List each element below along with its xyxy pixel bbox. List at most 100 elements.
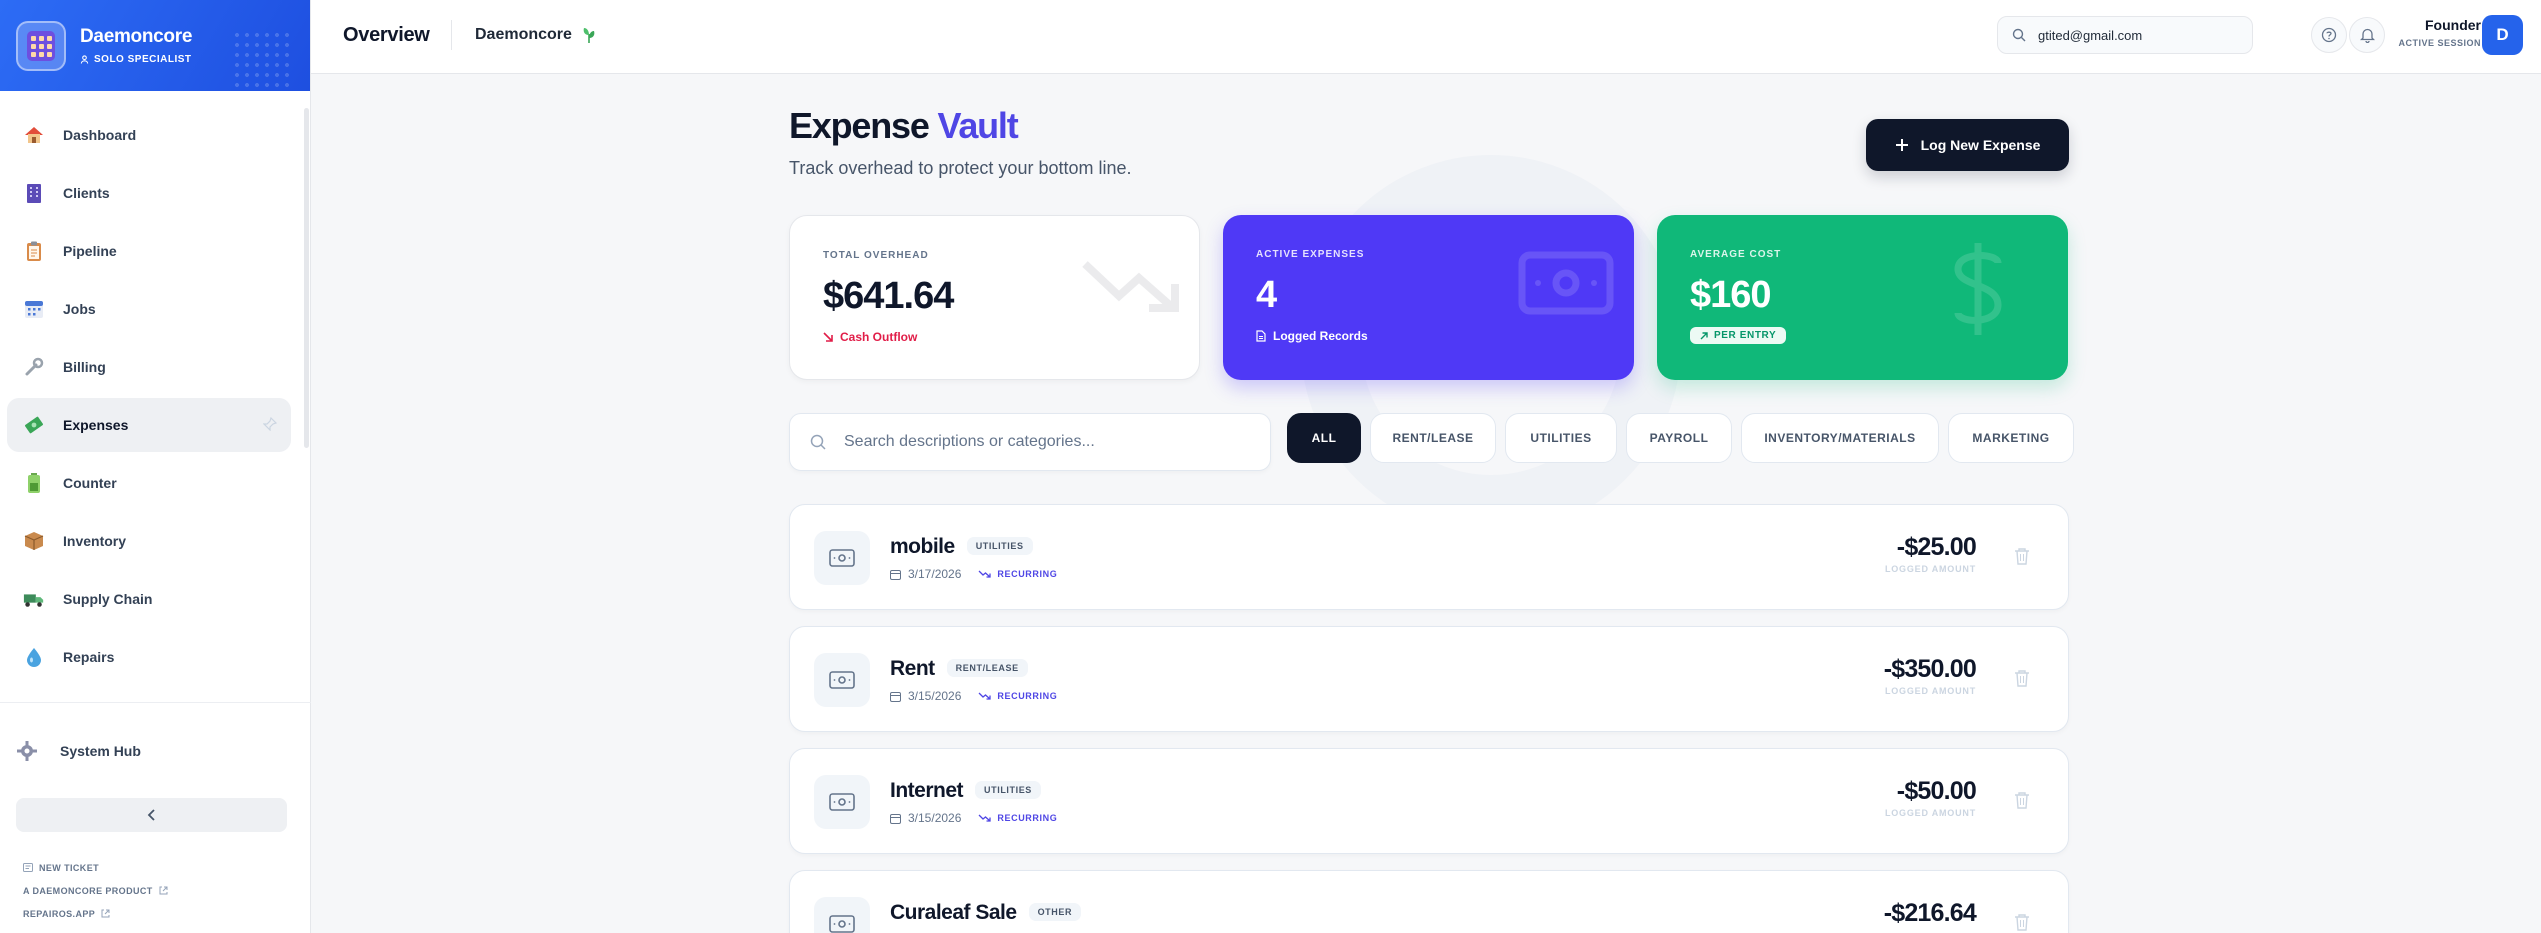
sidebar-item-dashboard[interactable]: Dashboard (7, 108, 291, 162)
filter-inventory-materials[interactable]: INVENTORY/MATERIALS (1741, 413, 1939, 463)
sidebar-nav: Dashboard Clients Pipeline Jobs Billing … (7, 108, 291, 688)
sidebar-item-billing[interactable]: Billing (7, 340, 291, 394)
average-cost-card: AVERAGE COST $160 PER ENTRY (1657, 215, 2068, 380)
category-badge: OTHER (1028, 903, 1082, 921)
recurring-badge: RECURRING (978, 569, 1057, 579)
avatar[interactable]: D (2482, 15, 2523, 55)
expense-date: 3/15/2026 (908, 811, 962, 825)
package-icon (23, 530, 45, 552)
user-info[interactable]: Founder ACTIVE SESSION (2383, 17, 2481, 48)
repairos-link[interactable]: REPAIROS.APP (23, 902, 168, 925)
brand-header[interactable]: Daemoncore SOLO SPECIALIST (0, 0, 310, 91)
sidebar-item-label: Pipeline (63, 243, 117, 259)
page-subtitle: Track overhead to protect your bottom li… (789, 158, 1132, 178)
expense-row[interactable]: Curaleaf Sale OTHER -$216.64 (789, 870, 2069, 933)
expense-amount: -$216.64 (1883, 899, 1977, 928)
amount-value: -$25.00 (1896, 533, 1977, 561)
recurring-badge: RECURRING (978, 691, 1057, 701)
trending-down-icon (1082, 261, 1179, 312)
brand-pattern (232, 30, 292, 90)
user-status: ACTIVE SESSION (2398, 38, 2481, 48)
expense-name: Internet UTILITIES (890, 779, 1041, 803)
banknote-icon (814, 653, 870, 707)
brand-logo (16, 20, 66, 71)
global-search-value: gtited@gmail.com (2038, 27, 2143, 43)
brand-name: Daemoncore (80, 26, 193, 47)
battery-icon (23, 472, 45, 494)
expense-meta: 3/15/2026 RECURRING (890, 689, 1057, 703)
calendar-icon (890, 691, 901, 702)
sprout-icon (583, 28, 595, 43)
expense-amount: -$25.00 LOGGED AMOUNT (1884, 533, 1977, 574)
sidebar-scrollbar[interactable] (304, 108, 309, 448)
daemoncore-product-link[interactable]: A DAEMONCORE PRODUCT (23, 879, 168, 902)
trash-icon[interactable] (2014, 791, 2030, 814)
bell-icon (2359, 28, 2375, 43)
help-button[interactable] (2311, 17, 2347, 53)
external-link-icon (101, 909, 110, 918)
clipboard-icon (23, 240, 45, 262)
expense-row[interactable]: Rent RENT/LEASE 3/15/2026 RECURRING -$350… (789, 626, 2069, 732)
amount-value: -$350.00 (1883, 655, 1977, 683)
wrench-icon (23, 356, 45, 378)
expense-row[interactable]: mobile UTILITIES 3/17/2026 RECURRING -$25… (789, 504, 2069, 610)
category-filters: ALL RENT/LEASE UTILITIES PAYROLL INVENTO… (1287, 413, 2074, 463)
filter-marketing[interactable]: MARKETING (1948, 413, 2074, 463)
category-badge: UTILITIES (966, 537, 1033, 555)
stat-footnote: Cash Outflow (823, 330, 1166, 344)
expense-row[interactable]: Internet UTILITIES 3/15/2026 RECURRING -$… (789, 748, 2069, 854)
system-hub-link[interactable]: System Hub (16, 740, 141, 762)
new-ticket-link[interactable]: NEW TICKET (23, 856, 168, 879)
log-new-expense-button[interactable]: Log New Expense (1866, 119, 2069, 171)
arrow-up-right-icon (1700, 331, 1708, 339)
sidebar-item-supply-chain[interactable]: Supply Chain (7, 572, 291, 626)
expense-date: 3/15/2026 (908, 689, 962, 703)
amount-label: LOGGED AMOUNT (1884, 564, 1976, 574)
arrow-down-right-icon (823, 332, 833, 342)
sidebar-item-label: Inventory (63, 533, 127, 549)
notifications-button[interactable] (2349, 17, 2385, 53)
sidebar-divider (0, 702, 311, 703)
search-icon (810, 434, 826, 450)
breadcrumb-workspace[interactable]: Daemoncore (475, 26, 596, 44)
collapse-sidebar-button[interactable] (16, 798, 287, 832)
page-breadcrumb-title[interactable]: Overview (343, 24, 430, 47)
filter-all[interactable]: ALL (1287, 413, 1361, 463)
amount-value: -$216.64 (1883, 899, 1977, 927)
expense-amount: -$50.00 LOGGED AMOUNT (1885, 777, 1977, 818)
banknote-icon (814, 775, 870, 829)
sidebar-item-repairs[interactable]: Repairs (7, 630, 291, 684)
sidebar-item-clients[interactable]: Clients (7, 166, 291, 220)
sidebar-item-label: Expenses (63, 417, 129, 433)
pin-icon[interactable] (262, 416, 278, 436)
banknote-icon (1518, 251, 1614, 315)
trash-icon[interactable] (2014, 913, 2030, 933)
expense-search-input[interactable]: Search descriptions or categories... (789, 413, 1271, 471)
sidebar-item-jobs[interactable]: Jobs (7, 282, 291, 336)
system-hub-label: System Hub (60, 743, 141, 759)
search-icon (2012, 28, 2026, 42)
global-search-input[interactable]: gtited@gmail.com (1997, 16, 2253, 54)
trash-icon[interactable] (2014, 547, 2030, 570)
active-expenses-card: ACTIVE EXPENSES 4 Logged Records (1223, 215, 1634, 380)
sidebar-item-label: Supply Chain (63, 591, 153, 607)
trash-icon[interactable] (2014, 669, 2030, 692)
filter-payroll[interactable]: PAYROLL (1626, 413, 1732, 463)
sidebar-item-pipeline[interactable]: Pipeline (7, 224, 291, 278)
sidebar-item-label: Clients (63, 185, 110, 201)
calendar-icon (23, 298, 45, 320)
footer-links: NEW TICKET A DAEMONCORE PRODUCT REPAIROS… (23, 856, 168, 925)
top-bar: Overview Daemoncore gtited@gmail.com Fou… (311, 0, 2541, 74)
category-badge: UTILITIES (975, 781, 1041, 799)
gear-icon (16, 740, 38, 762)
ticket-icon (23, 863, 33, 872)
user-name: Founder (2425, 17, 2481, 33)
filter-rent-lease[interactable]: RENT/LEASE (1370, 413, 1496, 463)
sidebar-item-expenses[interactable]: Expenses (7, 398, 291, 452)
expense-name: Rent RENT/LEASE (890, 657, 1028, 681)
sidebar-item-counter[interactable]: Counter (7, 456, 291, 510)
filter-utilities[interactable]: UTILITIES (1505, 413, 1617, 463)
document-icon (1256, 330, 1266, 342)
sidebar-item-inventory[interactable]: Inventory (7, 514, 291, 568)
money-icon (23, 414, 45, 436)
